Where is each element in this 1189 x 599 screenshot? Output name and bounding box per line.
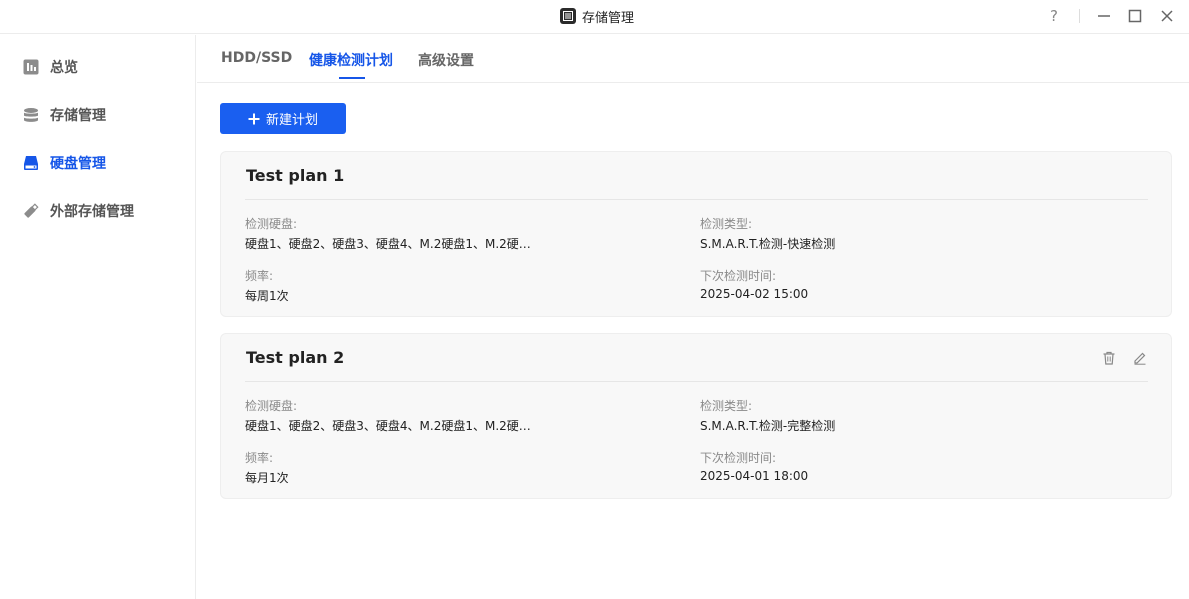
tab-bar: HDD/SSD 健康检测计划 高级设置 (197, 35, 1189, 83)
trash-icon (1103, 351, 1115, 365)
plan-name: Test plan 2 (246, 348, 345, 367)
next-check-value: 2025-04-01 18:00 (700, 469, 809, 483)
frequency-label: 频率: (245, 451, 274, 465)
usb-drive-icon (22, 202, 40, 220)
tab-advanced-settings[interactable]: 高级设置 (418, 50, 474, 70)
title-bar: 存储管理 ? (0, 0, 1189, 34)
frequency-label: 频率: (245, 269, 274, 283)
delete-plan-button[interactable] (1101, 350, 1117, 366)
check-type-value: S.M.A.R.T.检测-快速检测 (700, 237, 836, 251)
minimize-icon (1098, 15, 1110, 17)
maximize-icon (1128, 9, 1142, 23)
sidebar-item-storage[interactable]: 存储管理 (22, 103, 106, 127)
disks-value: 硬盘1、硬盘2、硬盘3、硬盘4、M.2硬盘1、M.2硬… (245, 237, 531, 251)
tab-health-check-plan[interactable]: 健康检测计划 (309, 50, 393, 70)
frequency-value: 每周1次 (245, 289, 289, 303)
title-bar-divider (1079, 9, 1080, 23)
new-plan-label: 新建计划 (265, 113, 318, 128)
sidebar-item-disk-management[interactable]: 硬盘管理 (22, 151, 106, 175)
close-button[interactable] (1156, 5, 1178, 27)
close-icon (1161, 10, 1173, 22)
minimize-button[interactable] (1093, 5, 1115, 27)
plus-icon (248, 113, 260, 124)
plan-name: Test plan 1 (246, 166, 345, 185)
plan-card[interactable]: Test plan 2 检测硬盘: 硬盘1、硬盘2、硬盘3、硬盘4、M.2硬盘1… (220, 333, 1172, 499)
disk-icon (22, 154, 40, 172)
storage-manager-window: 存储管理 ? 总览 存储管理 硬盘管理 外部存储管理 HDD/SSD 健康检测计… (0, 0, 1189, 599)
active-tab-indicator (339, 77, 365, 79)
card-divider (245, 381, 1148, 382)
help-button[interactable]: ? (1043, 5, 1065, 27)
disks-label: 检测硬盘: (245, 217, 298, 231)
disks-value: 硬盘1、硬盘2、硬盘3、硬盘4、M.2硬盘1、M.2硬… (245, 419, 531, 433)
sidebar-item-label: 外部存储管理 (50, 204, 134, 220)
sidebar-item-overview[interactable]: 总览 (22, 55, 78, 79)
next-check-label: 下次检测时间: (700, 269, 777, 283)
window-title-group: 存储管理 (560, 6, 634, 26)
frequency-value: 每月1次 (245, 471, 289, 485)
sidebar: 总览 存储管理 硬盘管理 外部存储管理 (0, 35, 196, 599)
disks-label: 检测硬盘: (245, 399, 298, 413)
card-divider (245, 199, 1148, 200)
storage-app-icon (560, 8, 576, 24)
check-type-label: 检测类型: (700, 399, 753, 413)
sidebar-item-label: 硬盘管理 (50, 156, 106, 172)
edit-plan-button[interactable] (1132, 350, 1148, 366)
sidebar-item-label: 存储管理 (50, 108, 106, 124)
plan-card[interactable]: Test plan 1 检测硬盘: 硬盘1、硬盘2、硬盘3、硬盘4、M.2硬盘1… (220, 151, 1172, 317)
next-check-label: 下次检测时间: (700, 451, 777, 465)
tab-hdd-ssd[interactable]: HDD/SSD (221, 50, 292, 66)
window-title: 存储管理 (582, 10, 635, 26)
check-type-label: 检测类型: (700, 217, 753, 231)
bar-chart-icon (22, 58, 40, 76)
sidebar-item-external-storage[interactable]: 外部存储管理 (22, 199, 134, 223)
sidebar-item-label: 总览 (50, 60, 78, 76)
check-type-value: S.M.A.R.T.检测-完整检测 (700, 419, 836, 433)
pencil-icon (1134, 352, 1146, 365)
database-icon (22, 106, 40, 124)
new-plan-button[interactable]: 新建计划 (220, 103, 346, 134)
maximize-button[interactable] (1124, 5, 1146, 27)
next-check-value: 2025-04-02 15:00 (700, 287, 809, 301)
